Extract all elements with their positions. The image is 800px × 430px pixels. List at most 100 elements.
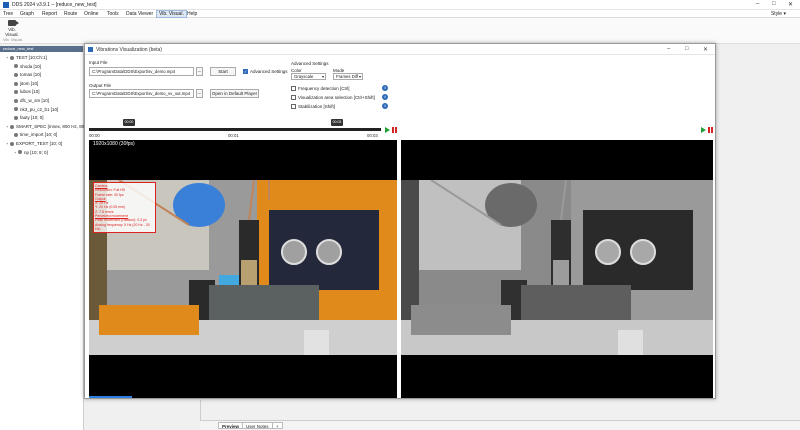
tree-header: reduce_new_test bbox=[0, 46, 83, 52]
tree-item[interactable]: time_import [10; 0] bbox=[10, 131, 57, 138]
output-video-pane[interactable] bbox=[401, 140, 713, 398]
dialog-title: Vibrations Visualization (beta) bbox=[96, 47, 162, 53]
dialog-app-icon bbox=[88, 47, 93, 52]
timeline-start-time: 00:00 bbox=[89, 133, 100, 138]
stabilization-label: Stabilization [Shift] bbox=[298, 104, 336, 109]
tree-item[interactable]: + np [10; 8; 0] bbox=[14, 149, 48, 156]
menu-online[interactable]: Online bbox=[84, 11, 98, 17]
node-icon bbox=[10, 55, 14, 60]
output-stop-icon[interactable] bbox=[708, 127, 713, 133]
frequency-detection-label: Frequency detection [Ctrl] bbox=[298, 86, 350, 91]
output-video-frame bbox=[401, 180, 713, 355]
tree-item-label: lubos [10] bbox=[20, 89, 40, 95]
tree-item[interactable]: jitom [10] bbox=[10, 80, 38, 87]
area-selection-checkbox[interactable] bbox=[291, 95, 296, 100]
tab-preview[interactable]: Preview bbox=[218, 422, 244, 429]
tree-item-label: EXPORT_TEST [10; 0] bbox=[16, 141, 63, 146]
info-icon[interactable]: i bbox=[382, 85, 388, 91]
open-default-player-button[interactable]: Open in Default Player bbox=[210, 89, 259, 98]
node-icon bbox=[10, 141, 14, 146]
tab-add[interactable]: + bbox=[272, 422, 283, 429]
dialog-maximize-icon[interactable]: □ bbox=[685, 46, 689, 52]
menu-help[interactable]: Help bbox=[187, 11, 197, 17]
overlay-info-box: Camera Resolution: Full HD Frame rate: 3… bbox=[93, 182, 156, 234]
menu-tree[interactable]: Tree bbox=[3, 11, 13, 17]
tree-item[interactable]: lubos [10] bbox=[10, 88, 40, 95]
stop-icon[interactable] bbox=[392, 127, 397, 133]
area-selection-label: Visualization area selection [Ctrl+Shift… bbox=[298, 95, 375, 100]
tree-item[interactable]: tomas [10] bbox=[10, 71, 41, 78]
advanced-settings-label: Advanced Settings bbox=[250, 69, 288, 74]
advanced-settings-title: Advanced Settings bbox=[291, 61, 329, 66]
menu-graph[interactable]: Graph bbox=[20, 11, 34, 17]
output-browse-button[interactable]: ... bbox=[196, 89, 203, 98]
node-icon bbox=[14, 64, 18, 69]
dialog-close-icon[interactable]: ✕ bbox=[703, 46, 708, 53]
tab-user-notes[interactable]: User Notes bbox=[242, 422, 273, 429]
input-browse-button[interactable]: ... bbox=[196, 67, 203, 76]
tree-item-label: SMART_SPEC [mnex, 800 Hz, 800; bbox=[16, 123, 88, 129]
node-icon bbox=[14, 133, 18, 138]
menu-bar: Tree Graph Report Route Online Tools Dat… bbox=[0, 10, 800, 18]
mode-select[interactable]: Frames Diff bbox=[333, 73, 363, 80]
node-icon bbox=[14, 98, 18, 103]
output-play-icon[interactable] bbox=[701, 127, 706, 133]
menu-tools[interactable]: Tools bbox=[107, 11, 119, 17]
frequency-detection-checkbox[interactable] bbox=[291, 86, 296, 91]
color-select[interactable]: Grayscale bbox=[291, 73, 326, 80]
video-camera-icon bbox=[8, 20, 19, 26]
timeline-end-time: 00:03 bbox=[367, 133, 378, 138]
start-button[interactable]: Start bbox=[210, 67, 236, 76]
dialog-minimize-icon[interactable]: – bbox=[667, 46, 670, 52]
timeline-track[interactable] bbox=[89, 128, 381, 131]
menu-report[interactable]: Report bbox=[42, 11, 57, 17]
resolution-label: 1920x1080 (30fps) bbox=[93, 141, 135, 147]
node-icon bbox=[14, 116, 18, 120]
vib-visual-ribbon-button[interactable]: Vib. Visual. bbox=[5, 20, 19, 37]
input-file-label: Input File bbox=[89, 60, 108, 65]
input-file-path[interactable]: C:\ProgramData\DDS\Export\sv_demo.mp4 bbox=[89, 67, 194, 76]
menu-data-viewer[interactable]: Data Viewer bbox=[126, 11, 153, 17]
node-icon bbox=[18, 150, 22, 155]
tree-item[interactable]: shoda [10] bbox=[10, 63, 41, 70]
tree-item[interactable]: + EXPORT_TEST [10; 0] bbox=[6, 140, 62, 147]
stabilization-checkbox[interactable] bbox=[291, 104, 296, 109]
app-title-bar: DDS 2024 v3.9.1 – [reduce_new_test] – □ … bbox=[0, 0, 800, 10]
node-icon bbox=[14, 81, 18, 86]
tree-item[interactable]: fauty [10; 0] bbox=[10, 114, 44, 121]
tree-item-label: TEST [10;Ch:1] bbox=[16, 55, 47, 60]
tree-item[interactable]: + SMART_SPEC [mnex, 800 Hz, 800; bbox=[6, 123, 88, 130]
tree-item-label: dfc_w_sm [10] bbox=[20, 98, 50, 103]
tree-item[interactable]: nk3_pu_c2_b1 [10] bbox=[10, 106, 58, 113]
dialog-title-bar: Vibrations Visualization (beta) – □ ✕ bbox=[85, 44, 715, 55]
tree-item-label: fauty [10; 0] bbox=[20, 115, 44, 121]
playback-progress bbox=[89, 396, 133, 398]
play-icon[interactable] bbox=[385, 127, 390, 133]
bottom-tab-strip: Preview User Notes + bbox=[200, 420, 800, 430]
timeline-end-handle[interactable]: 00:03 bbox=[331, 119, 343, 126]
timeline-mid-time: 00:01 bbox=[228, 133, 239, 138]
node-icon bbox=[14, 90, 18, 95]
panel-divider bbox=[200, 400, 201, 420]
info-icon[interactable]: i bbox=[382, 94, 388, 100]
menu-vib-visual[interactable]: Vib. Visual. bbox=[156, 10, 187, 18]
tree-item[interactable]: + TEST [10;Ch:1] bbox=[6, 54, 47, 61]
node-icon bbox=[14, 73, 18, 77]
maximize-icon[interactable]: □ bbox=[772, 1, 776, 7]
info-icon[interactable]: i bbox=[382, 103, 388, 109]
node-icon bbox=[10, 124, 14, 129]
output-file-path[interactable]: C:\ProgramData\DDS\Export\sv_demo_vv_out… bbox=[89, 89, 194, 98]
node-icon bbox=[14, 107, 18, 112]
advanced-settings-checkbox[interactable] bbox=[243, 69, 248, 74]
close-icon[interactable]: ✕ bbox=[788, 1, 793, 8]
style-dropdown[interactable]: Style ▾ bbox=[771, 11, 786, 17]
timeline-start-handle[interactable]: 00:00 bbox=[123, 119, 135, 126]
minimize-icon[interactable]: – bbox=[756, 1, 759, 7]
output-file-label: Output File bbox=[89, 83, 112, 88]
tree-item-label: jitom [10] bbox=[20, 80, 39, 86]
menu-route[interactable]: Route bbox=[64, 11, 77, 17]
app-title: DDS 2024 v3.9.1 – [reduce_new_test] bbox=[12, 2, 97, 8]
tree-item[interactable]: dfc_w_sm [10] bbox=[10, 97, 49, 104]
vibration-visualization-dialog: Vibrations Visualization (beta) – □ ✕ In… bbox=[84, 43, 716, 399]
input-video-pane[interactable]: 1920x1080 (30fps) Camera Resolution: Ful bbox=[89, 140, 397, 398]
